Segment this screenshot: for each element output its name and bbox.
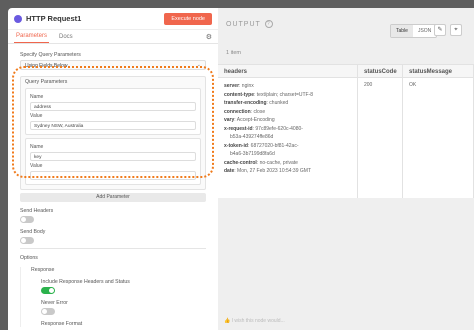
header-entry: b4a6-3b7199d8fa6d (224, 150, 351, 159)
table-row: server: nginx content-type: text/plain; c… (218, 78, 474, 198)
response-format-label: Response Format (41, 321, 83, 327)
divider (20, 248, 206, 249)
never-error-label: Never Error (41, 300, 68, 306)
pencil-icon[interactable]: ✎ (434, 24, 446, 36)
header-value: : no-cache, private (256, 159, 298, 166)
output-empty-area (218, 198, 474, 330)
view-json-button[interactable]: JSON (413, 25, 436, 37)
header-entry: b53a-439274ffe86d (224, 133, 351, 142)
column-header: statusCode (358, 65, 403, 77)
header-value: : 97c89efe-620c-4080- (252, 125, 303, 132)
header-key: x-token-id (224, 142, 248, 149)
tab-bar: Parameters Docs ⚙ (8, 30, 218, 44)
header-entry: content-type: text/plain; charset=UTF-8 (224, 91, 351, 100)
header-key: date (224, 168, 235, 174)
header-value: b4a6-3b7199d8fa6d (230, 151, 275, 157)
pin-icon[interactable]: ⌖ (450, 24, 462, 36)
feedback-text: I wish this node would... (231, 318, 285, 324)
node-header: HTTP Request1 Execute node (8, 8, 218, 30)
header-key: connection (224, 108, 251, 115)
output-label: OUTPUT (226, 20, 261, 28)
header-entry: cache-control: no-cache, private (224, 159, 351, 168)
send-body-label: Send Body (20, 229, 46, 235)
header-value: b53a-439274ffe86d (230, 134, 274, 140)
header-entry: server: nginx (224, 82, 351, 91)
table-header: headers statusCode statusMessage (218, 64, 474, 78)
headers-cell: server: nginx content-type: text/plain; c… (218, 78, 358, 198)
options-box: Response Include Response Headers and St… (20, 267, 206, 327)
header-value: : 68727020-bf81-42ac- (247, 142, 299, 149)
header-key: content-type (224, 91, 254, 98)
header-value: : chunked (266, 100, 289, 106)
tab-docs[interactable]: Docs (57, 34, 75, 43)
response-options: Include Response Headers and Status Neve… (31, 279, 206, 327)
header-key: transfer-encoding (224, 100, 267, 106)
tab-parameters[interactable]: Parameters (14, 33, 50, 43)
never-error-toggle[interactable] (41, 308, 55, 315)
column-header: statusMessage (403, 65, 474, 77)
header-value: : Mon, 27 Feb 2023 10:54:39 GMT (234, 168, 311, 174)
options-label: Options (20, 255, 38, 261)
header-entry: date: Mon, 27 Feb 2023 10:54:39 GMT (224, 167, 351, 176)
header-value: : nginx (239, 83, 254, 89)
header-key: x-request-id (224, 125, 253, 132)
header-value: : Accept-Encoding (234, 117, 275, 123)
execute-node-button[interactable]: Execute node (164, 12, 212, 25)
view-table-button[interactable]: Table (391, 25, 413, 37)
send-body-toggle[interactable] (20, 237, 34, 244)
add-parameter-button[interactable]: Add Parameter (20, 193, 206, 202)
header-entry: connection: close (224, 108, 351, 117)
output-table: headers statusCode statusMessage server:… (218, 64, 474, 198)
include-headers-label: Include Response Headers and Status (41, 279, 130, 285)
output-panel: OUTPUT ? Table JSON ✎ ⌖ 1 item headers s… (218, 8, 474, 330)
header-entry: vary: Accept-Encoding (224, 116, 351, 125)
view-toggle[interactable]: Table JSON (390, 24, 438, 38)
header-key: cache-control (224, 159, 257, 166)
header-key: server (224, 83, 240, 89)
output-title: OUTPUT ? (226, 20, 273, 28)
status-code-cell: 200 (358, 78, 403, 198)
node-title[interactable]: HTTP Request1 (26, 14, 81, 23)
feedback-prompt[interactable]: 👍 I wish this node would... (224, 318, 285, 324)
send-headers-label: Send Headers (20, 208, 54, 214)
header-key: vary (224, 117, 235, 123)
status-message-cell: OK (403, 78, 474, 198)
header-entry: x-request-id: 97c89efe-620c-4080- (224, 125, 351, 134)
response-label: Response (31, 267, 55, 273)
header-entry: transfer-encoding: chunked (224, 99, 351, 108)
header-entry: x-token-id: 68727020-bf81-42ac- (224, 142, 351, 151)
send-headers-toggle[interactable] (20, 216, 34, 223)
highlight-annotation (12, 66, 214, 178)
gear-icon[interactable]: ⚙ (206, 33, 212, 41)
column-header: headers (218, 65, 358, 77)
header-value: : close (250, 108, 266, 115)
specify-query-label: Specify Query Parameters (20, 52, 81, 58)
help-icon[interactable]: ? (264, 20, 273, 28)
globe-icon (14, 14, 22, 23)
header-value: : text/plain; charset=UTF-8 (254, 91, 314, 98)
items-count: 1 item (226, 50, 241, 56)
include-headers-toggle[interactable] (41, 287, 55, 294)
